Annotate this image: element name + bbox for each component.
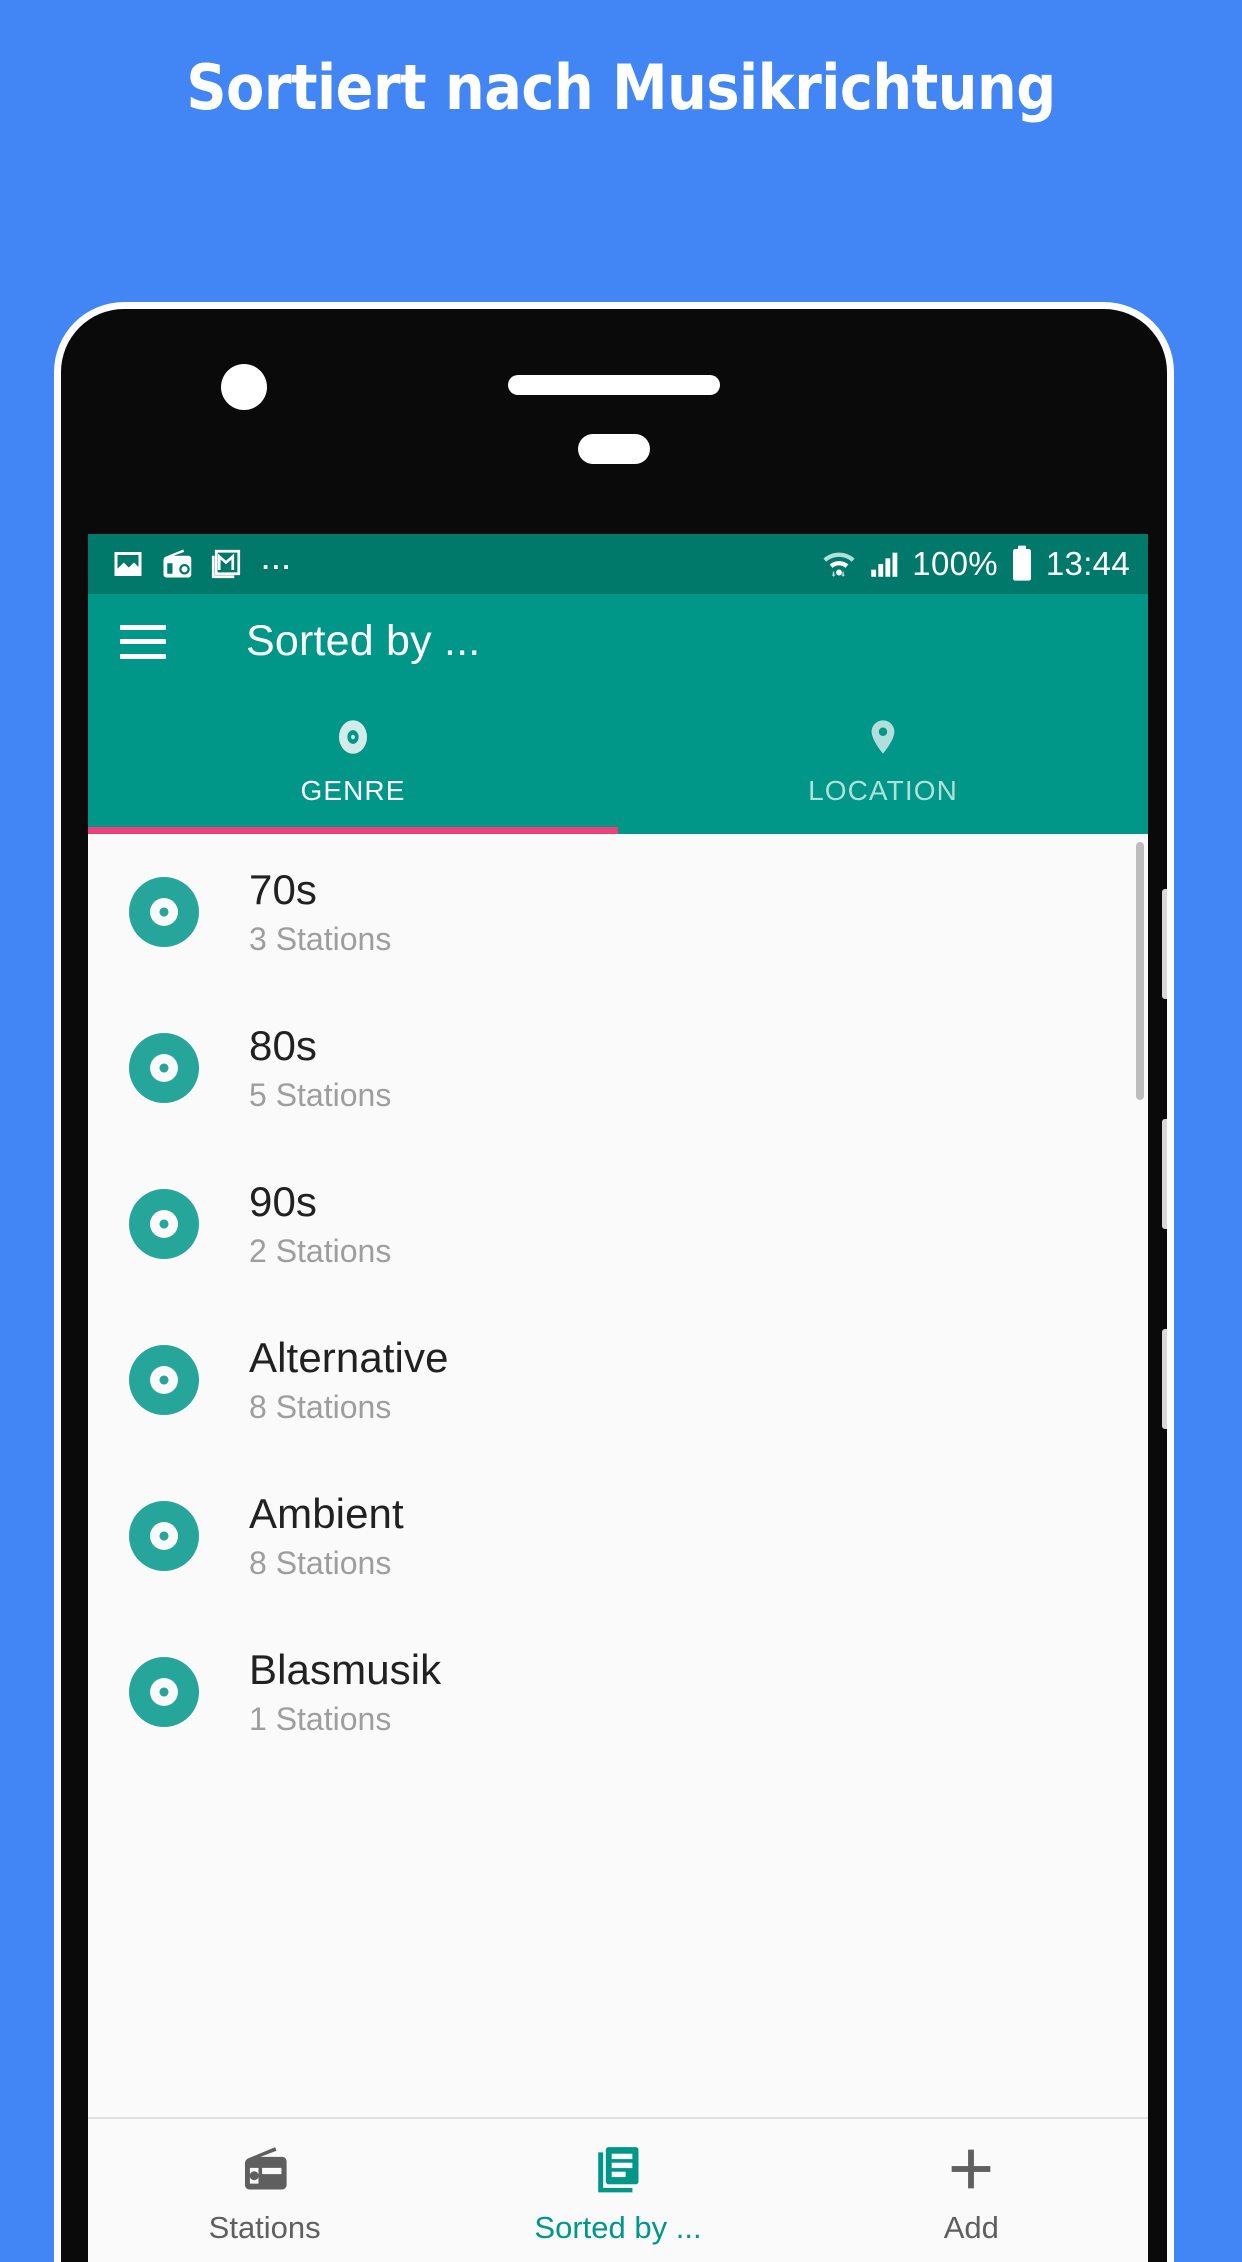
volume-up-button[interactable] bbox=[1162, 889, 1167, 999]
list-scrollbar[interactable] bbox=[1136, 842, 1144, 1100]
list-item-title: Blasmusik bbox=[249, 1646, 442, 1693]
battery-full-icon bbox=[1012, 545, 1031, 581]
genre-list[interactable]: 70s 3 Stations 80s 5 Stations 90s 2 Stat… bbox=[88, 834, 1148, 2117]
phone-body: ... 100% 13:44 Sorted by ... GENRE LOCAT… bbox=[61, 309, 1167, 2262]
hamburger-menu-icon[interactable] bbox=[120, 624, 166, 659]
tab-location[interactable]: LOCATION bbox=[618, 689, 1148, 834]
list-item[interactable]: Blasmusik 1 Stations bbox=[88, 1614, 1148, 1770]
list-item-title: Alternative bbox=[249, 1334, 449, 1381]
app-bar-title: Sorted by ... bbox=[246, 617, 481, 665]
vinyl-disc-icon bbox=[129, 877, 199, 947]
list-item[interactable]: 80s 5 Stations bbox=[88, 990, 1148, 1146]
map-pin-icon bbox=[871, 720, 895, 754]
nav-item-sorted-by[interactable]: Sorted by ... bbox=[441, 2119, 794, 2262]
list-item[interactable]: 90s 2 Stations bbox=[88, 1146, 1148, 1302]
list-item-title: 80s bbox=[249, 1022, 318, 1069]
tab-bar: GENRE LOCATION bbox=[88, 689, 1148, 834]
list-item-subtitle: 1 Stations bbox=[249, 1701, 392, 1737]
list-item-subtitle: 2 Stations bbox=[249, 1233, 392, 1269]
earpiece-speaker bbox=[508, 375, 720, 395]
list-item-title: Ambient bbox=[249, 1490, 404, 1537]
list-item-text: Blasmusik 1 Stations bbox=[249, 1646, 441, 1738]
vinyl-disc-icon bbox=[129, 1501, 199, 1571]
nav-label-sorted-by: Sorted by ... bbox=[534, 2210, 702, 2245]
list-item-text: Ambient 8 Stations bbox=[249, 1490, 404, 1582]
cellular-signal-icon bbox=[871, 552, 898, 577]
list-item-title: 90s bbox=[249, 1178, 318, 1225]
list-item[interactable]: 70s 3 Stations bbox=[88, 834, 1148, 990]
list-item[interactable]: Alternative 8 Stations bbox=[88, 1302, 1148, 1458]
vinyl-disc-icon bbox=[129, 1033, 199, 1103]
front-camera-icon bbox=[221, 364, 267, 410]
gmail-icon bbox=[211, 549, 241, 579]
wifi-icon bbox=[823, 552, 855, 577]
nav-label-add: Add bbox=[943, 2210, 999, 2245]
list-item-text: Alternative 8 Stations bbox=[249, 1334, 449, 1426]
list-document-icon bbox=[598, 2147, 639, 2193]
list-item-text: 70s 3 Stations bbox=[249, 866, 391, 958]
nav-item-add[interactable]: Add bbox=[795, 2119, 1148, 2262]
status-overflow-dots: ... bbox=[262, 545, 293, 575]
radio-icon bbox=[163, 549, 192, 578]
nav-item-stations[interactable]: Stations bbox=[88, 2119, 441, 2262]
status-bar-system: 100% 13:44 bbox=[822, 544, 1130, 584]
status-bar-notifications: ... bbox=[110, 546, 293, 582]
list-item-title: 70s bbox=[249, 866, 318, 913]
tab-genre[interactable]: GENRE bbox=[88, 689, 618, 834]
list-item-text: 80s 5 Stations bbox=[249, 1022, 391, 1114]
list-item-text: 90s 2 Stations bbox=[249, 1178, 391, 1270]
phone-screen: ... 100% 13:44 Sorted by ... GENRE LOCAT… bbox=[88, 534, 1148, 2262]
volume-down-button[interactable] bbox=[1162, 1119, 1167, 1229]
vinyl-disc-icon bbox=[129, 1657, 199, 1727]
vinyl-disc-icon bbox=[129, 1345, 199, 1415]
home-button bbox=[578, 434, 650, 464]
list-item-subtitle: 3 Stations bbox=[249, 921, 392, 957]
tab-active-indicator bbox=[88, 827, 618, 834]
list-item-subtitle: 8 Stations bbox=[249, 1389, 392, 1425]
plus-icon bbox=[951, 2149, 991, 2189]
list-item-subtitle: 8 Stations bbox=[249, 1545, 392, 1581]
vinyl-disc-icon bbox=[339, 720, 367, 754]
battery-percent-label: 100% bbox=[912, 545, 998, 582]
list-item[interactable]: Ambient 8 Stations bbox=[88, 1458, 1148, 1614]
status-bar: ... 100% 13:44 bbox=[88, 534, 1148, 594]
image-icon bbox=[114, 552, 142, 576]
app-bar: Sorted by ... GENRE LOCATION bbox=[88, 594, 1148, 834]
clock-label: 13:44 bbox=[1045, 545, 1130, 582]
list-item-subtitle: 5 Stations bbox=[249, 1077, 392, 1113]
radio-icon bbox=[244, 2147, 287, 2190]
tab-genre-label: GENRE bbox=[300, 775, 406, 806]
power-button[interactable] bbox=[1162, 1329, 1167, 1429]
tab-location-label: LOCATION bbox=[808, 775, 958, 806]
app-bar-top-row: Sorted by ... bbox=[88, 594, 1148, 689]
nav-label-stations: Stations bbox=[208, 2210, 321, 2245]
page-title: Sortiert nach Musikrichtung bbox=[186, 51, 1056, 124]
bottom-navigation-bar: Stations Sorted by ... Add bbox=[88, 2117, 1148, 2262]
phone-mockup: ... 100% 13:44 Sorted by ... GENRE LOCAT… bbox=[54, 302, 1174, 2262]
vinyl-disc-icon bbox=[129, 1189, 199, 1259]
